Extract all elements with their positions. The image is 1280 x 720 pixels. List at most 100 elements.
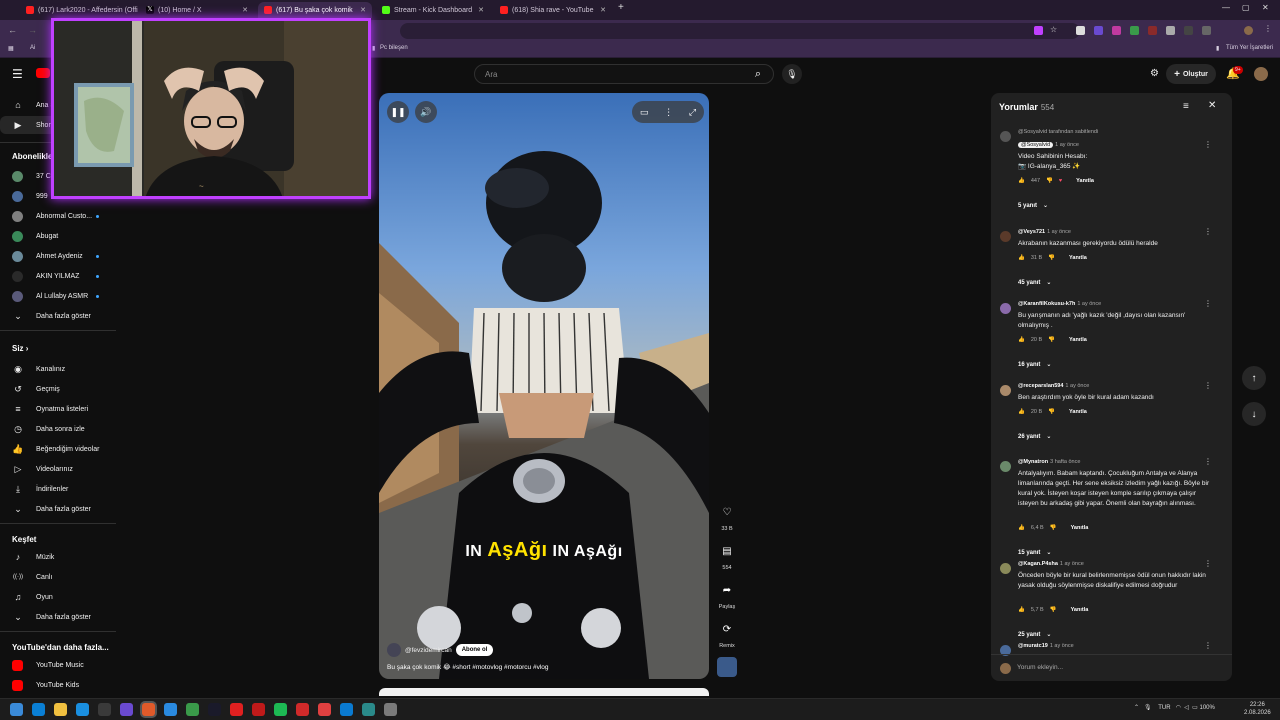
replies-toggle[interactable]: 26 yanıt ⌄	[1018, 433, 1051, 440]
commenter-avatar[interactable]	[1000, 461, 1011, 472]
taskbar-app-icon[interactable]	[54, 703, 67, 716]
microphone-icon[interactable]: 🎙	[1144, 705, 1152, 711]
maximize-icon[interactable]: ▢	[1242, 3, 1250, 12]
close-comments-icon[interactable]: ✕	[1208, 100, 1216, 111]
back-icon[interactable]: ←	[8, 25, 17, 35]
extension-icon[interactable]	[1130, 26, 1139, 35]
taskbar-app-icon[interactable]	[186, 703, 199, 716]
speaker-icon[interactable]: ◁	[1184, 705, 1189, 711]
sidebar-item-history[interactable]: ↺ Geçmiş	[0, 380, 118, 398]
taskbar-app-icon[interactable]	[142, 703, 155, 716]
next-short-button[interactable]: ↓	[1242, 402, 1266, 426]
comments-button[interactable]: ▤ 554	[715, 540, 739, 572]
thumbs-up-icon[interactable]: 👍	[1018, 255, 1025, 261]
taskbar-app-icon[interactable]	[164, 703, 177, 716]
sort-icon[interactable]: ≡	[1183, 101, 1189, 112]
taskbar-app-icon[interactable]	[98, 703, 111, 716]
browser-tab-active[interactable]: (617) Bu şaka çok komik ✕	[258, 2, 372, 18]
thumbs-down-icon[interactable]: 👎	[1048, 409, 1055, 415]
browser-menu-icon[interactable]: ⋮	[1264, 24, 1273, 33]
pause-button[interactable]: ❚❚	[387, 101, 409, 123]
previous-short-button[interactable]: ↑	[1242, 366, 1266, 390]
bookmark-star-icon[interactable]: ☆	[1050, 25, 1059, 34]
close-tab-icon[interactable]: ✕	[478, 6, 484, 14]
comment-menu-icon[interactable]: ⋮	[1204, 381, 1212, 390]
comment-username[interactable]: @receparslan594	[1018, 383, 1063, 389]
forward-icon[interactable]: →	[28, 25, 37, 35]
create-button[interactable]: + Oluştur	[1166, 64, 1216, 84]
video-description[interactable]: Bu şaka çok komik 😂 #short #motovlog #mo…	[387, 663, 549, 671]
taskbar-app-icon[interactable]	[384, 703, 397, 716]
taskbar-app-icon[interactable]	[296, 703, 309, 716]
commenter-avatar[interactable]	[1000, 385, 1011, 396]
all-bookmarks[interactable]: Tüm Yer İşaretleri	[1226, 45, 1273, 51]
like-button[interactable]: ♡ 33 B	[715, 501, 739, 533]
hamburger-menu-icon[interactable]: ☰	[12, 67, 23, 81]
comment-username[interactable]: @KaranfilKokusu-k7h	[1018, 301, 1075, 307]
chevron-up-icon[interactable]: ⌃	[1134, 705, 1139, 711]
show-more-subscriptions[interactable]: ⌄ Daha fazla göster	[0, 307, 118, 325]
sidebar-item-like[interactable]: 👍 Beğendiğim videolar	[0, 440, 118, 458]
sidebar-item-playlist[interactable]: ≡ Oynatma listeleri	[0, 400, 118, 418]
taskbar-app-icon[interactable]	[76, 703, 89, 716]
comment-menu-icon[interactable]: ⋮	[1204, 140, 1212, 149]
reply-button[interactable]: Yanıtla	[1069, 409, 1087, 415]
search-input[interactable]: Ara	[474, 64, 774, 84]
taskbar-app-icon[interactable]	[230, 703, 243, 716]
extension-icon[interactable]	[1184, 26, 1193, 35]
extension-icon[interactable]	[1034, 26, 1043, 35]
comment-time[interactable]: 1 ay önce	[1055, 142, 1079, 148]
taskbar-app-icon[interactable]	[252, 703, 265, 716]
comment-time[interactable]: 1 ay önce	[1050, 643, 1074, 649]
comment-time[interactable]: 3 hafta önce	[1050, 459, 1080, 465]
volume-button[interactable]: 🔊	[415, 101, 437, 123]
comment-username[interactable]: @muratc19	[1018, 643, 1048, 649]
next-short-preview[interactable]	[379, 688, 709, 696]
sidebar-item-channel[interactable]: ◉ Kanalınız	[0, 360, 118, 378]
windows-start-icon[interactable]	[10, 703, 23, 716]
browser-tab[interactable]: (617) Lark2020 - Affedersin (Offi ✕	[20, 2, 138, 18]
replies-toggle[interactable]: 15 yanıt ⌄	[1018, 549, 1051, 556]
show-more-explore[interactable]: ⌄ Daha fazla göster	[0, 608, 118, 626]
close-tab-icon[interactable]: ✕	[360, 6, 366, 14]
close-window-icon[interactable]: ✕	[1262, 3, 1269, 12]
taskbar-app-icon[interactable]	[208, 703, 221, 716]
captions-icon[interactable]: ▭	[640, 107, 649, 118]
more-options-icon[interactable]: ⋮	[664, 107, 673, 118]
thumbs-up-icon[interactable]: 👍	[1018, 409, 1025, 415]
apps-icon[interactable]: ▦	[8, 45, 14, 52]
clock[interactable]: 22:26 2.08.2026	[1244, 701, 1271, 717]
reply-button[interactable]: Yanıtla	[1069, 255, 1087, 261]
taskbar-app-icon[interactable]	[274, 703, 287, 716]
fullscreen-icon[interactable]: ⤢	[689, 107, 696, 118]
comment-menu-icon[interactable]: ⋮	[1204, 227, 1212, 236]
taskbar-app-icon[interactable]	[318, 703, 331, 716]
new-tab-button[interactable]: +	[618, 2, 624, 13]
replies-toggle[interactable]: 5 yanıt ⌄	[1018, 202, 1048, 209]
taskbar-app-icon[interactable]	[32, 703, 45, 716]
extension-icon[interactable]	[1094, 26, 1103, 35]
bookmark-ai[interactable]: Ai	[30, 45, 35, 51]
comment-username[interactable]: @Sosyalvid	[1018, 142, 1054, 148]
thumbs-up-icon[interactable]: 👍	[1018, 607, 1025, 613]
share-button[interactable]: ➦ Paylaş	[715, 579, 739, 611]
close-tab-icon[interactable]: ✕	[242, 6, 248, 14]
subscribe-button[interactable]: Abone ol	[455, 644, 494, 656]
show-more-you[interactable]: ⌄ Daha fazla göster	[0, 500, 118, 518]
shorts-video-player[interactable]: ❚❚ 🔊 ▭ ⋮ ⤢ IN AşAğı IN AşAğı @fevzidemir…	[379, 93, 709, 679]
url-field[interactable]	[400, 23, 1080, 39]
browser-tab[interactable]: 𝕏 (10) Home / X ✕	[140, 2, 254, 18]
channel-name[interactable]: @fevzidemircan	[405, 647, 452, 654]
sidebar-item-download[interactable]: ⤓ İndirilenler	[0, 480, 118, 498]
comment-menu-icon[interactable]: ⋮	[1204, 457, 1212, 466]
replies-toggle[interactable]: 45 yanıt ⌄	[1018, 279, 1051, 286]
wifi-icon[interactable]: ◠	[1176, 705, 1181, 711]
search-button[interactable]: ⌕	[744, 65, 772, 83]
comment-time[interactable]: 1 ay önce	[1060, 561, 1084, 567]
thumbs-up-icon[interactable]: 👍	[1018, 178, 1025, 184]
sidebar-subscription-item[interactable]: Abugat	[0, 227, 118, 245]
comment-username[interactable]: @Kagan.P4sha	[1018, 561, 1058, 567]
reply-button[interactable]: Yanıtla	[1071, 525, 1089, 531]
commenter-avatar[interactable]	[1000, 563, 1011, 574]
sidebar-subscription-item[interactable]: Ahmet Aydeniz	[0, 247, 118, 265]
